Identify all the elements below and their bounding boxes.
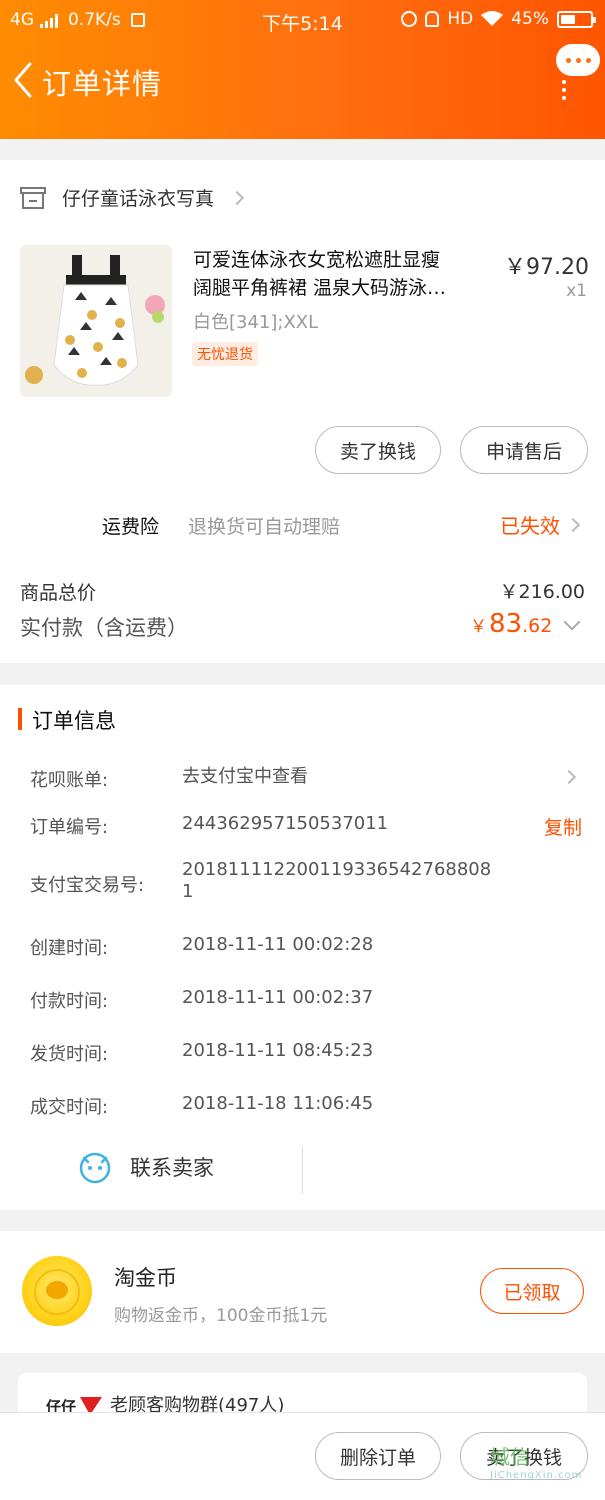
closed-value: 2018-11-18 11:06:45: [182, 1093, 374, 1114]
product-price: ￥97.20: [504, 255, 589, 280]
aftersale-button[interactable]: 申请售后: [460, 426, 588, 474]
paid-label: 实付款（含运费）: [20, 616, 188, 640]
status-bar: 4G 0.7K/s 下午5:14 HD 45%: [0, 0, 605, 42]
battery-percent: 45%: [511, 9, 549, 29]
huabei-value[interactable]: 去支付宝中查看: [182, 766, 502, 788]
paid-amount: ￥ 83 .62: [470, 609, 552, 639]
copy-button[interactable]: 复制: [544, 813, 582, 840]
goods-total-label: 商品总价: [20, 582, 97, 604]
order-no-label: 订单编号:: [30, 817, 109, 838]
product-sku: 白色[341];XXL: [193, 312, 319, 333]
coins-desc: 购物返金币，100金币抵1元: [114, 1306, 328, 1326]
created-label: 创建时间:: [30, 938, 109, 959]
dot-icon: [565, 57, 571, 63]
paid-dec: .62: [522, 615, 553, 637]
return-badge: 无忧退货: [192, 342, 258, 366]
shop-icon: [20, 186, 46, 209]
closed-label: 成交时间:: [30, 1097, 109, 1118]
section-title: 订单信息: [32, 709, 116, 733]
product-title[interactable]: 可爱连体泳衣女宽松遮肚显瘦 阔腿平角裤裙 温泉大码游泳…: [193, 246, 489, 302]
chevron-right-icon: [229, 190, 245, 205]
order-no-value: 244362957150537011: [182, 813, 389, 834]
paid-time-value: 2018-11-11 00:02:37: [182, 987, 374, 1008]
alipay-label: 支付宝交易号:: [30, 875, 145, 896]
contact-seller-label: 联系卖家: [130, 1156, 214, 1180]
alarm-icon: [401, 11, 418, 27]
insurance-label: 运费险: [102, 516, 160, 538]
created-value: 2018-11-11 00:02:28: [182, 934, 374, 955]
paid-currency: ￥: [470, 617, 487, 637]
product-qty: x1: [566, 281, 587, 301]
chevron-right-icon: [565, 517, 581, 532]
status-right: HD 45%: [401, 9, 596, 29]
shipped-value: 2018-11-11 08:45:23: [182, 1040, 374, 1061]
contact-seller-button[interactable]: 联系卖家: [78, 1150, 214, 1184]
page-title: 订单详情: [42, 67, 163, 101]
paid-time-label: 付款时间:: [30, 991, 109, 1012]
section-accent-bar: [18, 708, 22, 730]
watermark: 城信 JiChengXin.com: [490, 1441, 582, 1481]
hd-label: HD: [447, 9, 474, 29]
insurance-status-text: 已失效: [500, 514, 560, 538]
product-image[interactable]: [20, 245, 172, 397]
watermark-sub: JiChengXin.com: [490, 1470, 583, 1481]
chat-face-icon: [79, 1152, 111, 1184]
wifi-icon: [481, 11, 504, 26]
divider: [302, 1146, 303, 1194]
dot-icon: [575, 57, 581, 63]
watermark-text: 城信: [490, 1445, 530, 1469]
more-button[interactable]: [556, 44, 600, 76]
battery-icon: [557, 10, 596, 28]
mute-icon: [425, 11, 440, 27]
product-title-line1: 可爱连体泳衣女宽松遮肚显瘦: [193, 249, 441, 271]
insurance-desc: 退换货可自动理赔: [188, 516, 341, 538]
shop-header[interactable]: 仔仔童话泳衣写真: [18, 184, 245, 211]
sell-button[interactable]: 卖了换钱: [315, 426, 441, 474]
dot-icon: [585, 57, 591, 63]
gold-coin-icon: [22, 1256, 92, 1326]
shop-name[interactable]: 仔仔童话泳衣写真: [62, 184, 214, 211]
product-title-line2: 阔腿平角裤裙 温泉大码游泳…: [193, 277, 447, 299]
coins-claimed-button[interactable]: 已领取: [480, 1268, 584, 1314]
coins-title: 淘金币: [114, 1266, 177, 1290]
huabei-label: 花呗账单:: [30, 770, 109, 791]
goods-total-value: ￥216.00: [499, 581, 585, 603]
paid-int: 83: [489, 609, 523, 639]
alipay-value: 2018111122001193365427688081: [182, 859, 492, 902]
header: 4G 0.7K/s 下午5:14 HD 45% 订单详情: [0, 0, 605, 139]
swimsuit-image: [20, 245, 172, 397]
insurance-status[interactable]: 已失效: [500, 510, 581, 539]
shipped-label: 发货时间:: [30, 1044, 109, 1065]
more-dots-icon[interactable]: [562, 80, 566, 100]
delete-order-button[interactable]: 删除订单: [315, 1432, 441, 1480]
